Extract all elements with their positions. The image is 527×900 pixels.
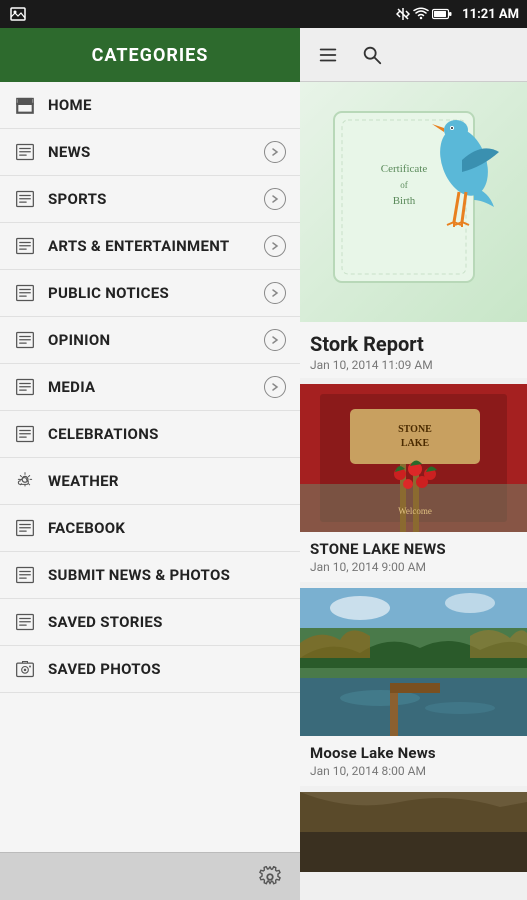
content-scrollable[interactable]: Certificate of Birth — [300, 82, 527, 900]
media-arrow — [264, 376, 286, 398]
partial-bottom-card — [300, 792, 527, 872]
saved-photos-icon — [14, 658, 36, 680]
moose-lake-card-body: Moose Lake News Jan 10, 2014 8:00 AM — [300, 736, 527, 786]
app-container: CATEGORIES HOME NEWS — [0, 28, 527, 900]
arts-icon — [14, 235, 36, 257]
news-arrow — [264, 141, 286, 163]
sidebar-item-home[interactable]: HOME — [0, 82, 300, 129]
sidebar-item-public-notices-label: PUBLIC NOTICES — [48, 284, 264, 302]
content-panel: Certificate of Birth — [300, 28, 527, 900]
opinion-icon — [14, 329, 36, 351]
settings-button[interactable] — [254, 861, 286, 893]
battery-icon — [432, 8, 452, 20]
svg-text:Welcome: Welcome — [398, 506, 432, 516]
sidebar-item-arts-label: ARTS & ENTERTAINMENT — [48, 237, 264, 255]
news-icon — [14, 141, 36, 163]
stone-lake-image: STONE LAKE — [300, 384, 527, 532]
sidebar-item-weather[interactable]: WEATHER — [0, 458, 300, 505]
search-icon — [361, 44, 383, 66]
svg-text:Birth: Birth — [392, 195, 415, 207]
stone-lake-illustration: STONE LAKE — [300, 384, 527, 532]
sidebar-item-arts[interactable]: ARTS & ENTERTAINMENT — [0, 223, 300, 270]
sidebar-item-news-label: NEWS — [48, 143, 264, 161]
sidebar-title: CATEGORIES — [92, 45, 209, 66]
hamburger-icon — [317, 44, 339, 66]
moose-lake-date: Jan 10, 2014 8:00 AM — [310, 764, 517, 778]
sidebar-item-saved-photos-label: SAVED PHOTOS — [48, 660, 286, 678]
status-time: 11:21 AM — [462, 7, 519, 22]
sidebar-item-opinion-label: OPINION — [48, 331, 264, 349]
saved-stories-icon — [14, 611, 36, 633]
partial-card-image — [300, 792, 527, 872]
stork-illustration: Certificate of Birth — [304, 92, 524, 312]
stork-report-section: Stork Report Jan 10, 2014 11:09 AM — [300, 322, 527, 378]
status-icons — [396, 7, 452, 21]
media-icon — [14, 376, 36, 398]
stone-lake-news-card[interactable]: STONE LAKE — [300, 384, 527, 582]
sidebar-item-submit-news-label: SUBMIT NEWS & PHOTOS — [48, 566, 286, 584]
stone-lake-card-body: STONE LAKE NEWS Jan 10, 2014 9:00 AM — [300, 532, 527, 582]
moose-lake-title: Moose Lake News — [310, 744, 517, 762]
status-bar-left-area — [10, 7, 26, 21]
status-bar-right-area: 11:21 AM — [396, 7, 519, 22]
sidebar-item-sports[interactable]: SPORTS — [0, 176, 300, 223]
sidebar-item-saved-stories-label: SAVED STORIES — [48, 613, 286, 631]
svg-text:LAKE: LAKE — [401, 438, 430, 449]
sidebar-item-public-notices[interactable]: PUBLIC NOTICES — [0, 270, 300, 317]
public-notices-arrow — [264, 282, 286, 304]
sidebar-item-facebook[interactable]: FACEBOOK — [0, 505, 300, 552]
facebook-icon — [14, 517, 36, 539]
public-notices-icon — [14, 282, 36, 304]
birth-announcement-image: Certificate of Birth — [300, 82, 527, 322]
stork-report-date: Jan 10, 2014 11:09 AM — [310, 358, 517, 372]
moose-lake-illustration — [300, 588, 527, 736]
menu-list: HOME NEWS SPORTS — [0, 82, 300, 852]
submit-news-icon — [14, 564, 36, 586]
sidebar-header: CATEGORIES — [0, 28, 300, 82]
gear-icon — [259, 866, 281, 888]
arts-arrow — [264, 235, 286, 257]
opinion-arrow — [264, 329, 286, 351]
svg-text:Certificate: Certificate — [380, 163, 427, 175]
sidebar-item-news[interactable]: NEWS — [0, 129, 300, 176]
moose-lake-photo — [300, 588, 527, 736]
sidebar-item-celebrations[interactable]: CELEBRATIONS — [0, 411, 300, 458]
stork-report-title: Stork Report — [310, 332, 517, 356]
content-header — [300, 28, 527, 82]
sidebar-footer — [0, 852, 300, 900]
stone-lake-photo: STONE LAKE — [300, 384, 527, 532]
weather-icon — [14, 470, 36, 492]
hamburger-button[interactable] — [310, 37, 346, 73]
home-icon — [14, 94, 36, 116]
search-button[interactable] — [354, 37, 390, 73]
wifi-icon — [413, 7, 429, 21]
sidebar-item-home-label: HOME — [48, 96, 286, 114]
sidebar: CATEGORIES HOME NEWS — [0, 28, 300, 900]
sidebar-item-facebook-label: FACEBOOK — [48, 519, 286, 537]
sports-icon — [14, 188, 36, 210]
svg-text:STONE: STONE — [398, 424, 432, 435]
sidebar-item-celebrations-label: CELEBRATIONS — [48, 425, 286, 443]
moose-lake-news-card[interactable]: Moose Lake News Jan 10, 2014 8:00 AM — [300, 588, 527, 786]
sidebar-item-weather-label: WEATHER — [48, 472, 286, 490]
sidebar-item-media[interactable]: MEDIA — [0, 364, 300, 411]
status-bar: 11:21 AM — [0, 0, 527, 28]
moose-lake-image — [300, 588, 527, 736]
stone-lake-title: STONE LAKE NEWS — [310, 540, 517, 558]
sidebar-item-submit-news[interactable]: SUBMIT NEWS & PHOTOS — [0, 552, 300, 599]
sidebar-item-media-label: MEDIA — [48, 378, 264, 396]
sidebar-item-saved-photos[interactable]: SAVED PHOTOS — [0, 646, 300, 693]
svg-text:of: of — [400, 180, 408, 190]
mute-icon — [396, 7, 410, 21]
stone-lake-date: Jan 10, 2014 9:00 AM — [310, 560, 517, 574]
sports-arrow — [264, 188, 286, 210]
sidebar-item-opinion[interactable]: OPINION — [0, 317, 300, 364]
sidebar-item-saved-stories[interactable]: SAVED STORIES — [0, 599, 300, 646]
celebrations-icon — [14, 423, 36, 445]
sidebar-item-sports-label: SPORTS — [48, 190, 264, 208]
